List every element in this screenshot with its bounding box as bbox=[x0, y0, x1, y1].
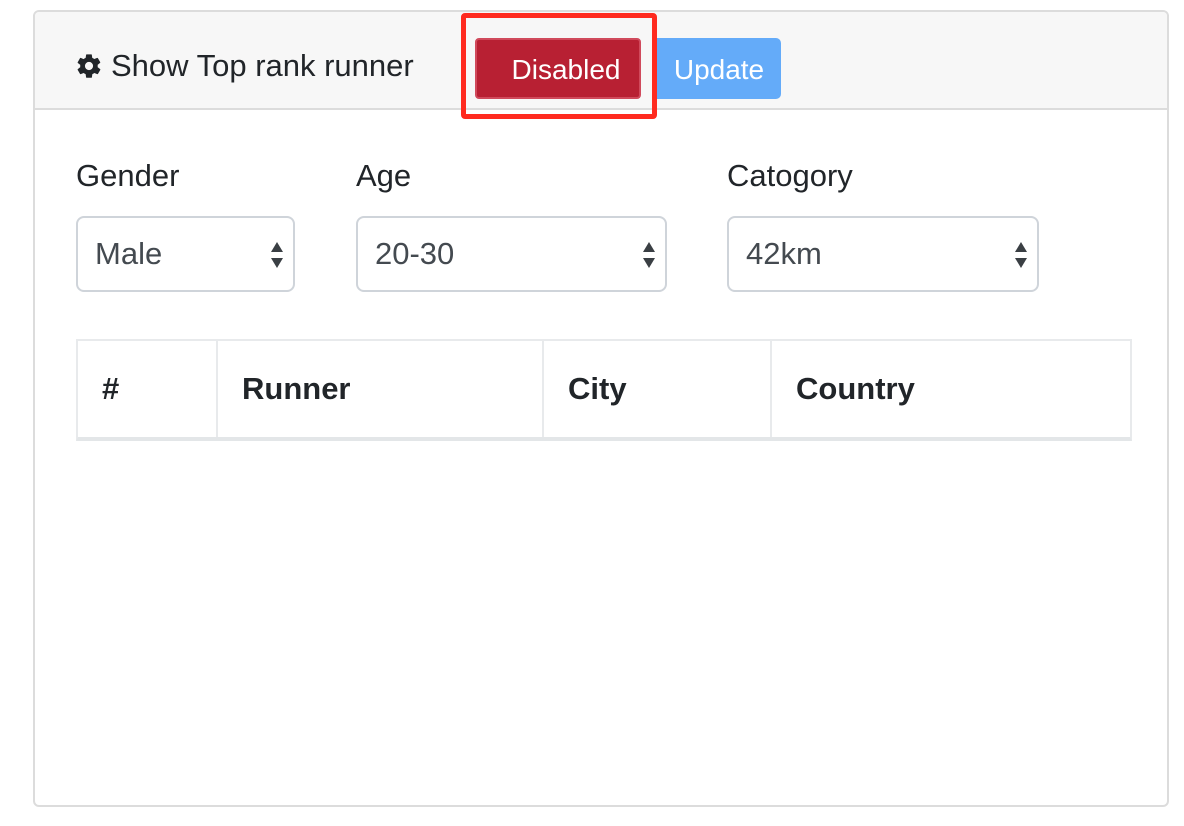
update-button[interactable]: Update bbox=[657, 38, 781, 99]
category-label: Catogory bbox=[727, 158, 853, 193]
card-header: Show Top rank runner Disabled Update bbox=[35, 12, 1167, 119]
select-arrows-icon bbox=[643, 242, 655, 268]
age-select[interactable]: 20-30 bbox=[356, 216, 667, 292]
column-header-city: City bbox=[544, 341, 772, 437]
gear-icon bbox=[77, 54, 101, 78]
age-select-value: 20-30 bbox=[375, 236, 455, 271]
disabled-toggle-button[interactable]: Disabled bbox=[475, 38, 641, 99]
category-select-value: 42km bbox=[746, 236, 822, 271]
gender-label: Gender bbox=[76, 158, 180, 193]
runners-table: # Runner City Country bbox=[76, 339, 1132, 441]
column-header-runner: Runner bbox=[218, 341, 544, 437]
top-rank-card: Show Top rank runner Disabled Update Gen… bbox=[33, 10, 1169, 807]
card-title-text: Show Top rank runner bbox=[111, 48, 414, 83]
gender-select-value: Male bbox=[95, 236, 163, 271]
select-arrows-icon bbox=[1015, 242, 1027, 268]
age-label: Age bbox=[356, 158, 412, 193]
category-select[interactable]: 42km bbox=[727, 216, 1039, 292]
column-header-country: Country bbox=[796, 371, 915, 406]
column-header-rank: # bbox=[78, 341, 218, 437]
select-arrows-icon bbox=[271, 242, 283, 268]
gender-select[interactable]: Male bbox=[76, 216, 295, 292]
card-title: Show Top rank runner bbox=[75, 46, 414, 86]
